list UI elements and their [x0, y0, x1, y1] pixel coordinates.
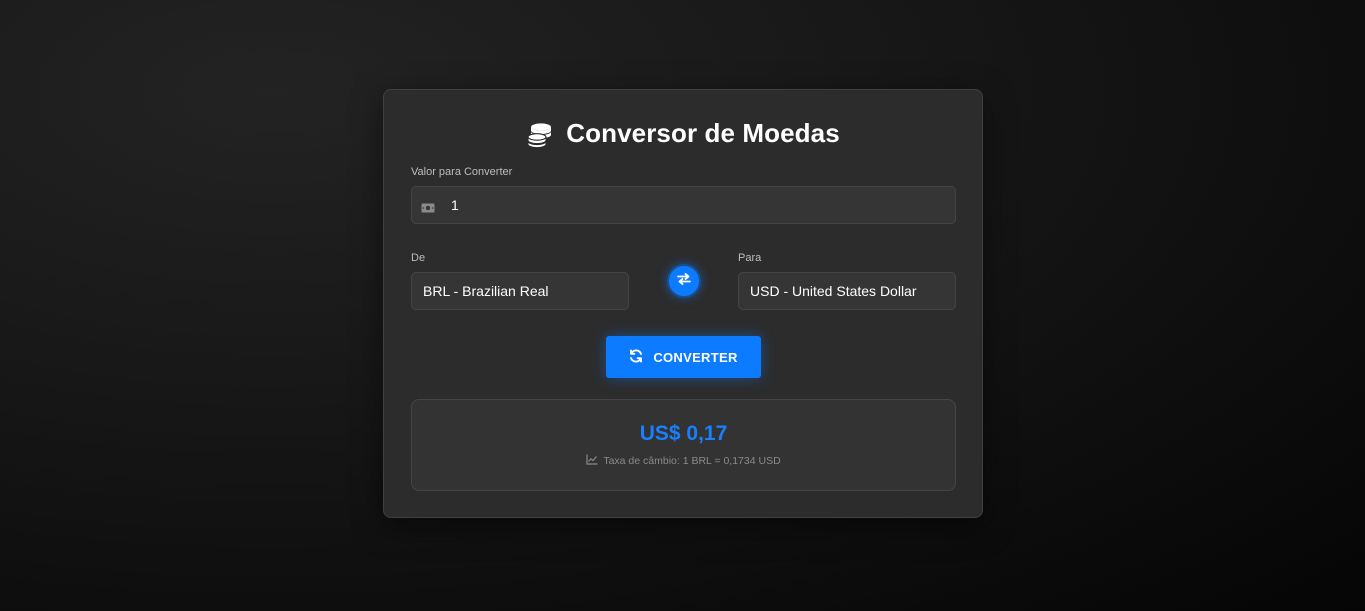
exchange-rate-text: Taxa de câmbio: 1 BRL = 0,1734 USD: [603, 455, 781, 467]
exchange-arrows-icon: [677, 272, 691, 291]
header: Conversor de Moedas: [384, 118, 982, 149]
page-title: Conversor de Moedas: [566, 118, 840, 148]
money-bill-icon: [421, 200, 435, 213]
amount-value: 1: [451, 197, 459, 213]
swap-currencies-button[interactable]: [667, 264, 701, 298]
from-label: De: [411, 252, 426, 264]
to-currency-select[interactable]: USD - United States Dollar: [738, 272, 956, 310]
from-currency-select[interactable]: BRL - Brazilian Real: [411, 272, 629, 310]
exchange-rate-info: Taxa de câmbio: 1 BRL = 0,1734 USD: [412, 454, 955, 468]
amount-input[interactable]: 1: [411, 186, 956, 224]
chart-line-icon: [586, 454, 598, 468]
converter-card: Conversor de Moedas Valor para Converter…: [383, 89, 983, 518]
convert-button-label: CONVERTER: [653, 349, 738, 365]
convert-button[interactable]: CONVERTER: [606, 336, 761, 378]
result-value: US$ 0,17: [639, 422, 728, 445]
sync-icon: [629, 349, 643, 366]
result-panel: US$ 0,17 Taxa de câmbio: 1 BRL = 0,1734 …: [411, 399, 956, 491]
amount-label: Valor para Converter: [411, 166, 513, 178]
to-label: Para: [738, 252, 762, 264]
to-currency-value: USD - United States Dollar: [750, 283, 917, 299]
coins-icon: [526, 120, 554, 148]
from-currency-value: BRL - Brazilian Real: [423, 283, 549, 299]
